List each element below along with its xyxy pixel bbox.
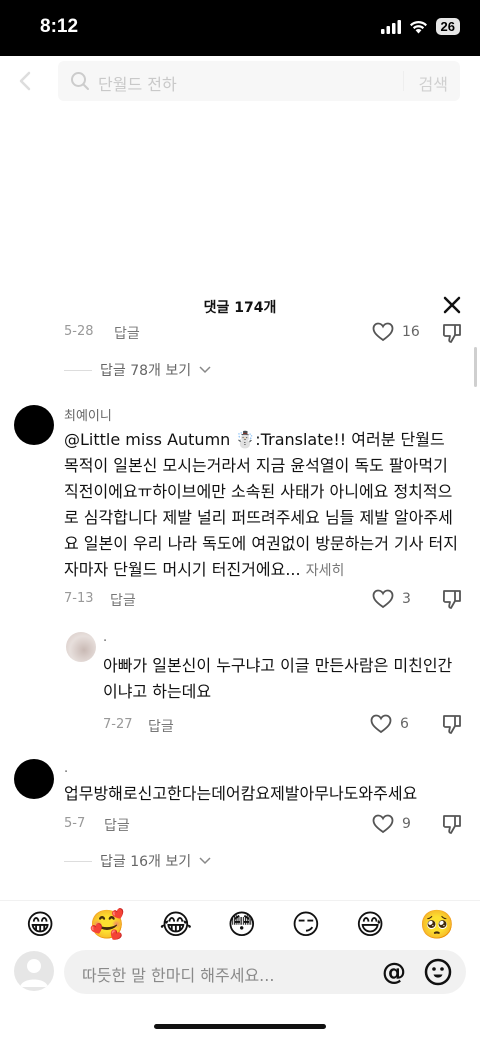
heart-icon	[372, 322, 394, 342]
like-button[interactable]: 16	[372, 322, 420, 342]
view-replies-label: 답글 16개 보기	[100, 854, 192, 870]
like-button[interactable]: 3	[372, 589, 411, 609]
reply-button[interactable]: 답글	[104, 815, 130, 835]
dislike-icon[interactable]	[441, 322, 463, 344]
emoji-quick-bar: 😁 🥰 😂 😳 😏 😅 🥺	[0, 900, 480, 948]
chevron-down-icon	[199, 366, 211, 374]
reply-username[interactable]: .	[103, 630, 107, 645]
view-replies-button[interactable]: 답글 16개 보기	[64, 851, 211, 871]
emoji-smirk-button[interactable]: 😏	[291, 910, 320, 939]
see-more-link[interactable]: 자세히	[306, 563, 345, 579]
reply-button[interactable]: 답글	[148, 716, 174, 736]
avatar[interactable]	[14, 405, 54, 445]
like-count: 6	[400, 716, 409, 732]
like-count: 3	[402, 591, 411, 607]
signal-icon	[380, 19, 401, 34]
comment-username[interactable]: 최예이니	[64, 405, 112, 424]
emoji-grin-button[interactable]: 😁	[25, 910, 54, 939]
search-divider	[403, 71, 404, 91]
emoji-laugh-button[interactable]: 😂	[159, 910, 192, 939]
like-button[interactable]: 9	[372, 814, 411, 834]
heart-icon	[372, 589, 394, 609]
comment-input-placeholder: 따듯한 말 한마디 해주세요...	[82, 966, 275, 985]
comment-body: @Little miss Autumn ☃️:Translate!! 여러분 단…	[64, 430, 458, 579]
sheet-title: 댓글 174개	[203, 300, 277, 316]
home-indicator	[154, 1024, 326, 1029]
search-header: 단월드 전하 검색	[0, 56, 480, 106]
like-button[interactable]: 6	[370, 714, 409, 734]
reply-date: 7-27	[103, 717, 133, 732]
emoji-pleading-button[interactable]: 🥺	[420, 910, 455, 939]
divider-line	[64, 369, 92, 371]
like-count: 9	[402, 816, 411, 832]
back-arrow-icon[interactable]	[15, 70, 37, 92]
dislike-icon[interactable]	[441, 813, 463, 835]
dislike-icon[interactable]	[441, 588, 463, 610]
comment-username[interactable]: .	[64, 761, 68, 776]
heart-icon	[372, 814, 394, 834]
divider-line	[64, 860, 92, 862]
mention-icon[interactable]: @	[382, 958, 406, 986]
background-page: 8:12 26 단월드 전하 검색	[0, 0, 480, 285]
emoji-hearts-button[interactable]: 🥰	[90, 910, 125, 939]
emoji-sweat-button[interactable]: 😅	[355, 910, 384, 939]
view-replies-button[interactable]: 답글 78개 보기	[64, 360, 211, 380]
reply-button[interactable]: 답글	[110, 590, 136, 610]
search-submit-button[interactable]: 검색	[419, 71, 448, 95]
comment-text: 업무방해로신고한다는데어캄요제발아무나도와주세요	[64, 784, 418, 803]
comment-sheet: 댓글 174개 5-28 답글 16 답글 78개 보기 최예이니 @Littl…	[0, 285, 480, 1039]
scrollbar[interactable]	[474, 347, 477, 387]
comment-composer: 따듯한 말 한마디 해주세요... @	[0, 948, 480, 1008]
avatar[interactable]	[14, 759, 54, 799]
status-bar: 8:12 26	[0, 0, 480, 56]
comment-input[interactable]: 따듯한 말 한마디 해주세요... @	[64, 950, 466, 994]
status-icons: 26	[380, 18, 460, 35]
search-input[interactable]: 단월드 전하 검색	[58, 61, 460, 101]
dislike-icon[interactable]	[441, 713, 463, 735]
like-count: 16	[402, 324, 420, 340]
emoji-picker-icon[interactable]	[422, 956, 454, 988]
battery-indicator: 26	[435, 18, 460, 35]
reply-button[interactable]: 답글	[114, 323, 140, 343]
person-icon	[20, 959, 48, 987]
comment-text: @Little miss Autumn ☃️:Translate!! 여러분 단…	[64, 427, 460, 584]
search-icon	[71, 72, 89, 90]
view-replies-label: 답글 78개 보기	[100, 363, 192, 379]
heart-icon	[370, 714, 392, 734]
reply-text: 아빠가 일본신이 누구냐고 이글 만든사람은 미친인간이냐고 하는데요	[103, 656, 453, 701]
comment-date: 5-28	[64, 324, 94, 339]
comment-date: 7-13	[64, 591, 94, 606]
emoji-flushed-button[interactable]: 😳	[227, 910, 256, 939]
user-avatar	[14, 951, 54, 991]
chevron-down-icon	[199, 857, 211, 865]
close-icon[interactable]	[442, 295, 462, 315]
wifi-icon	[409, 20, 427, 33]
status-time: 8:12	[40, 16, 79, 37]
search-query: 단월드 전하	[98, 75, 177, 94]
avatar[interactable]	[66, 632, 96, 662]
comment-date: 5-7	[64, 816, 86, 831]
